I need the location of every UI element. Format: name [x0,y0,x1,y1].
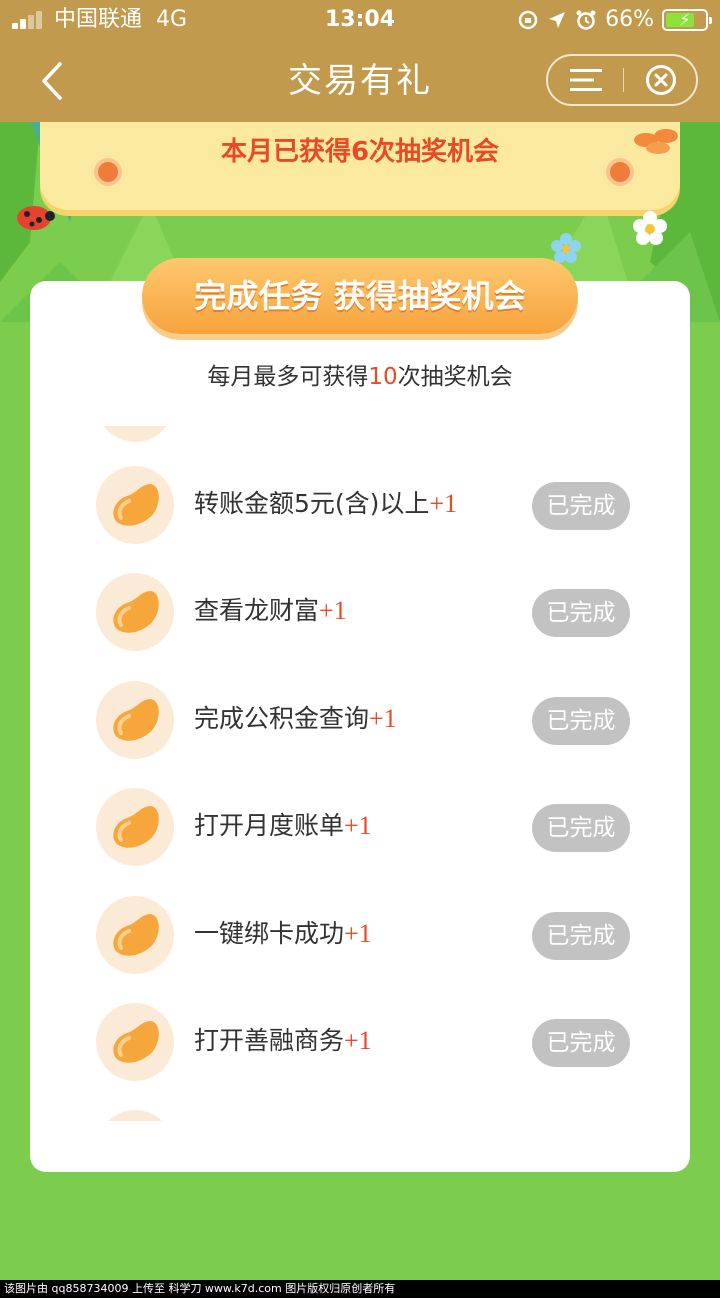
completed-button[interactable]: 已完成 [532,482,630,530]
banner-dot-right [606,158,634,186]
task-row: 打开善融商务+1 已完成 [30,1003,690,1103]
task-label: 打开善融商务+1 [194,1026,372,1055]
bean-icon-partial [96,1110,174,1121]
task-row: 一键绑卡成功+1 已完成 [30,896,690,996]
bean-icon-partial [96,426,174,442]
battery-percent: 66% [605,7,654,32]
completed-button[interactable]: 已完成 [532,697,630,745]
banner-text: 本月已获得6次抽奖机会 [220,137,500,167]
watermark-bar: 该图片由 qq858734009 上传至 科学刀 www.k7d.com 图片版… [0,1280,720,1298]
capsule-divider [623,68,624,92]
close-icon [646,65,676,95]
bean-icon [96,681,174,759]
nav-bar: 交易有礼 [0,40,720,122]
status-bar: 中国联通 4G 13:04 66% ⚡ [0,0,720,40]
menu-icon [570,69,602,91]
task-ribbon: 完成任务 获得抽奖机会 [142,258,578,334]
completed-button[interactable]: 已完成 [532,912,630,960]
orange-flower-icon [634,129,678,154]
chances-banner: 本月已获得6次抽奖机会 [40,122,680,210]
status-icons: 66% ⚡ [517,0,712,40]
flower-icon [633,211,667,245]
task-label: 查看龙财富+1 [194,596,347,625]
bean-icon [96,788,174,866]
location-arrow-icon [549,12,566,28]
monthly-limit-text: 每月最多可获得10次抽奖机会 [207,364,513,390]
alarm-icon [576,10,596,30]
bean-icon [96,1003,174,1081]
nav-capsule [546,54,698,106]
task-row: 转账金额5元(含)以上+1 已完成 [30,466,690,566]
task-label: 一键绑卡成功+1 [194,919,372,948]
screen-lock-icon [518,10,538,30]
banner-dot-left [94,158,122,186]
task-list[interactable]: 转账金额5元(含)以上+1 已完成 查看龙财富+1 已完成 完成公积金查询+1 … [30,426,690,1121]
task-card: 每月最多可获得10次抽奖机会 转账金额5元(含)以上+1 已完成 查看龙财富+1… [30,281,690,1172]
bean-icon [96,466,174,544]
task-label: 完成公积金查询+1 [194,704,397,733]
completed-button[interactable]: 已完成 [532,589,630,637]
battery-icon: ⚡ [662,9,712,31]
task-row: 查看龙财富+1 已完成 [30,573,690,673]
watermark-text: 该图片由 qq858734009 上传至 科学刀 www.k7d.com 图片版… [4,1282,396,1295]
completed-button[interactable]: 已完成 [532,1019,630,1067]
task-row: 打开月度账单+1 已完成 [30,788,690,888]
bean-icon [96,896,174,974]
task-label: 转账金额5元(含)以上+1 [194,489,458,518]
task-row: 完成公积金查询+1 已完成 [30,681,690,781]
bean-icon [96,573,174,651]
close-button[interactable] [645,64,677,96]
task-label: 打开月度账单+1 [194,811,372,840]
ladybug-icon [17,206,55,230]
menu-button[interactable] [570,68,602,92]
completed-button[interactable]: 已完成 [532,804,630,852]
ribbon-title: 完成任务 获得抽奖机会 [194,277,526,315]
